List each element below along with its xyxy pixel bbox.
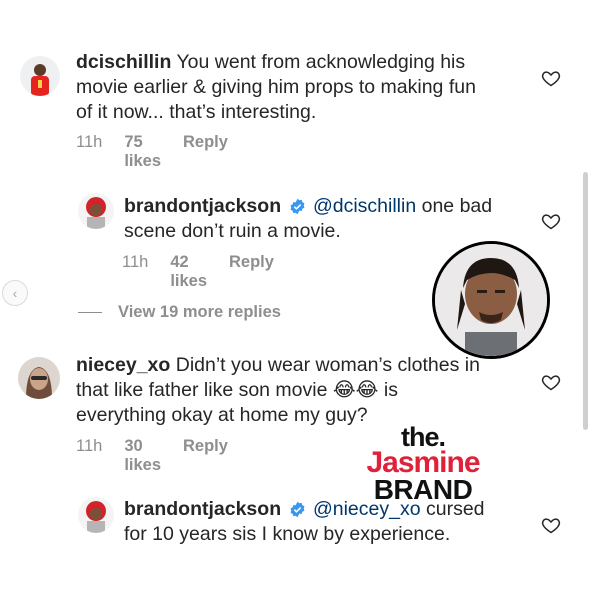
comment-text: dcischillin You went from acknowledging …: [76, 51, 476, 123]
vertical-scrollbar[interactable]: [583, 172, 588, 430]
likes-count[interactable]: 75 likes: [124, 133, 161, 171]
username[interactable]: brandontjackson: [124, 498, 281, 520]
reply-button[interactable]: Reply: [183, 437, 228, 475]
reply-button[interactable]: Reply: [229, 253, 274, 291]
view-more-replies[interactable]: View 19 more replies: [78, 303, 281, 322]
comment-meta: 11h 75 likes Reply: [76, 133, 228, 171]
likes-count[interactable]: 42 likes: [170, 253, 207, 291]
comment-text: niecey_xo Didn’t you wear woman’s clothe…: [76, 354, 480, 426]
avatar-brandontjackson[interactable]: [78, 193, 114, 229]
previous-arrow-button[interactable]: ‹: [2, 280, 28, 306]
heart-icon[interactable]: [541, 372, 561, 392]
username[interactable]: dcischillin: [76, 51, 171, 73]
avatar-niecey_xo[interactable]: [18, 357, 60, 399]
avatar-dcischillin[interactable]: [20, 56, 60, 96]
comment-meta: 11h 30 likes Reply: [76, 437, 228, 475]
divider-line: [78, 312, 102, 313]
avatar-brandontjackson[interactable]: [78, 497, 114, 533]
comment-meta: 11h 42 likes Reply: [122, 253, 274, 291]
username[interactable]: brandontjackson: [124, 195, 281, 217]
mention-link[interactable]: @niecey_xo: [313, 498, 421, 520]
verified-badge-icon: [290, 198, 304, 215]
reply-button[interactable]: Reply: [183, 133, 228, 171]
username[interactable]: niecey_xo: [76, 354, 170, 376]
laughing-emoji-icon: 😂😂: [332, 379, 379, 401]
heart-icon[interactable]: [541, 515, 561, 535]
likes-count[interactable]: 30 likes: [124, 437, 161, 475]
chevron-left-icon: ‹: [12, 285, 18, 301]
heart-icon[interactable]: [541, 211, 561, 231]
inset-profile-photo: [432, 241, 550, 359]
mention-link[interactable]: @dcischillin: [313, 195, 416, 217]
comment-text: brandontjackson @dcischillin one bad sce…: [124, 195, 493, 242]
heart-icon[interactable]: [541, 68, 561, 88]
verified-badge-icon: [290, 501, 304, 518]
comment-text: brandontjackson @niecey_xo cursed for 10…: [124, 498, 485, 545]
the-jasmine-brand-watermark: the. Jasmine BRAND: [366, 422, 480, 505]
